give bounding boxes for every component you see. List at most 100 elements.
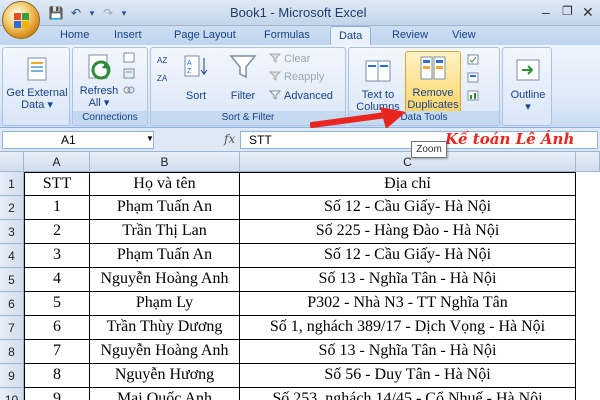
table-cell[interactable]: Họ và tên bbox=[90, 172, 240, 196]
table-cell[interactable]: 9 bbox=[24, 388, 90, 400]
table-cell[interactable]: 7 bbox=[24, 340, 90, 364]
table-cell[interactable]: Số 225 - Hàng Đào - Hà Nội bbox=[240, 220, 576, 244]
row-header[interactable]: 9 bbox=[0, 364, 24, 388]
table-cell[interactable]: Nguyễn Hoàng Anh bbox=[90, 340, 240, 364]
advanced-label: Advanced bbox=[284, 90, 333, 102]
row-header[interactable]: 3 bbox=[0, 220, 24, 244]
table-cell[interactable]: P302 - Nhà N3 - TT Nghĩa Tân bbox=[240, 292, 576, 316]
table-cell[interactable]: Địa chỉ bbox=[240, 172, 576, 196]
text-to-columns-icon bbox=[363, 58, 393, 88]
name-box[interactable]: A1 bbox=[2, 131, 154, 149]
column-header-c[interactable]: C bbox=[240, 152, 576, 172]
row-header[interactable]: 1 bbox=[0, 172, 24, 196]
get-external-data-button[interactable]: Get External Data ▾ bbox=[5, 54, 69, 111]
advanced-button[interactable]: Advanced bbox=[269, 89, 333, 103]
tab-formulas[interactable]: Formulas bbox=[264, 29, 310, 41]
close-button[interactable]: ✕ bbox=[582, 4, 594, 21]
table-cell[interactable]: Nguyễn Hoàng Anh bbox=[90, 268, 240, 292]
office-button[interactable] bbox=[2, 1, 40, 39]
tab-page-layout[interactable]: Page Layout bbox=[174, 29, 236, 41]
group-connections: Refresh All ▾ Connections bbox=[72, 47, 148, 126]
table-cell[interactable]: Số 253, nghách 14/45 - Cổ Nhuế - Hà Nội bbox=[240, 388, 576, 400]
table-cell[interactable]: Số 13 - Nghĩa Tân - Hà Nội bbox=[240, 340, 576, 364]
table-cell[interactable]: Nguyễn Hương bbox=[90, 364, 240, 388]
table-cell[interactable]: Phạm Tuấn An bbox=[90, 244, 240, 268]
tab-review[interactable]: Review bbox=[392, 29, 428, 41]
row-header[interactable]: 8 bbox=[0, 340, 24, 364]
tab-home[interactable]: Home bbox=[60, 29, 89, 41]
outline-icon bbox=[513, 56, 543, 86]
connections-icon[interactable] bbox=[123, 52, 138, 66]
undo-dropdown-icon[interactable]: ▾ bbox=[84, 4, 100, 22]
filter-label: Filter bbox=[230, 90, 256, 102]
svg-text:A: A bbox=[187, 60, 192, 67]
group-outline: Outline ▾ bbox=[502, 47, 552, 126]
outline-dropdown-icon: ▾ bbox=[525, 101, 531, 113]
table-cell[interactable]: 3 bbox=[24, 244, 90, 268]
reapply-button[interactable]: Reapply bbox=[269, 70, 324, 84]
data-validation-icon[interactable] bbox=[467, 54, 482, 68]
properties-icon[interactable] bbox=[123, 68, 138, 82]
table-cell[interactable]: Trần Thùy Dương bbox=[90, 316, 240, 340]
table-cell[interactable]: Trần Thị Lan bbox=[90, 220, 240, 244]
outline-label: Outline bbox=[510, 89, 546, 101]
redo-icon[interactable]: ↷ bbox=[100, 4, 116, 22]
table-cell[interactable]: Phạm Ly bbox=[90, 292, 240, 316]
table-cell[interactable]: Số 56 - Duy Tân - Hà Nội bbox=[240, 364, 576, 388]
filter-button[interactable]: Filter bbox=[223, 52, 263, 102]
external-data-icon bbox=[22, 54, 52, 84]
text-to-columns-button[interactable]: Text to Columns bbox=[353, 58, 403, 113]
row-header[interactable]: 7 bbox=[0, 316, 24, 340]
table-cell[interactable]: Phạm Tuấn An bbox=[90, 196, 240, 220]
row-header[interactable]: 6 bbox=[0, 292, 24, 316]
minimize-button[interactable]: – bbox=[542, 4, 550, 20]
column-header-d[interactable] bbox=[576, 152, 600, 172]
row-header[interactable]: 2 bbox=[0, 196, 24, 220]
sort-az-icon[interactable]: AZ bbox=[157, 54, 172, 68]
select-all-corner[interactable] bbox=[0, 152, 24, 172]
name-box-dropdown-icon[interactable]: ▼ bbox=[146, 134, 154, 143]
table-cell[interactable]: Số 13 - Nghĩa Tân - Hà Nội bbox=[240, 268, 576, 292]
remove-label: Remove bbox=[412, 87, 454, 99]
clear-label: Clear bbox=[284, 53, 311, 65]
save-icon[interactable]: 💾 bbox=[48, 4, 64, 22]
column-header-a[interactable]: A bbox=[24, 152, 90, 172]
tab-view[interactable]: View bbox=[452, 29, 476, 41]
table-cell[interactable]: Số 12 - Cầu Giấy- Hà Nội bbox=[240, 196, 576, 220]
table-cell[interactable]: 8 bbox=[24, 364, 90, 388]
tab-insert[interactable]: Insert bbox=[114, 29, 142, 41]
outline-button[interactable]: Outline ▾ bbox=[505, 56, 551, 113]
undo-icon[interactable]: ↶ bbox=[68, 4, 84, 22]
refresh-label: Refresh bbox=[79, 85, 119, 97]
table-cell[interactable]: 2 bbox=[24, 220, 90, 244]
table-cell[interactable]: STT bbox=[24, 172, 90, 196]
svg-text:ZA: ZA bbox=[157, 74, 168, 83]
reapply-icon bbox=[269, 71, 281, 81]
restore-button[interactable]: ❐ bbox=[562, 4, 573, 18]
table-cell[interactable]: 4 bbox=[24, 268, 90, 292]
clear-button[interactable]: Clear bbox=[269, 52, 310, 66]
row-header[interactable]: 10 bbox=[0, 388, 24, 400]
data-label: Data ▾ bbox=[21, 99, 53, 111]
sort-button[interactable]: AZ Sort bbox=[179, 52, 213, 102]
remove-duplicates-icon bbox=[418, 54, 448, 84]
what-if-analysis-icon[interactable] bbox=[467, 90, 482, 104]
consolidate-icon[interactable] bbox=[467, 72, 482, 86]
edit-links-icon[interactable] bbox=[123, 84, 138, 98]
refresh-all-button[interactable]: Refresh All ▾ bbox=[77, 52, 121, 109]
table-cell[interactable]: 6 bbox=[24, 316, 90, 340]
column-header-b[interactable]: B bbox=[90, 152, 240, 172]
remove-duplicates-button[interactable]: Remove Duplicates bbox=[405, 51, 461, 113]
row-header[interactable]: 4 bbox=[0, 244, 24, 268]
insert-function-icon[interactable]: fx bbox=[224, 132, 235, 146]
row-header[interactable]: 5 bbox=[0, 268, 24, 292]
tab-data[interactable]: Data bbox=[330, 26, 372, 46]
table-cell[interactable]: 1 bbox=[24, 196, 90, 220]
title-bar: 💾 ↶ ▾ ↷ ▾ Book1 - Microsoft Excel – ❐ ✕ bbox=[0, 0, 600, 39]
table-cell[interactable]: Số 12 - Cầu Giấy- Hà Nội bbox=[240, 244, 576, 268]
table-cell[interactable]: Mai Quốc Anh bbox=[90, 388, 240, 400]
table-cell[interactable]: Số 1, nghách 389/17 - Dịch Vọng - Hà Nội bbox=[240, 316, 576, 340]
table-cell[interactable]: 5 bbox=[24, 292, 90, 316]
sort-za-icon[interactable]: ZA bbox=[157, 72, 172, 86]
customize-quick-access-icon[interactable]: ▾ bbox=[116, 4, 132, 22]
